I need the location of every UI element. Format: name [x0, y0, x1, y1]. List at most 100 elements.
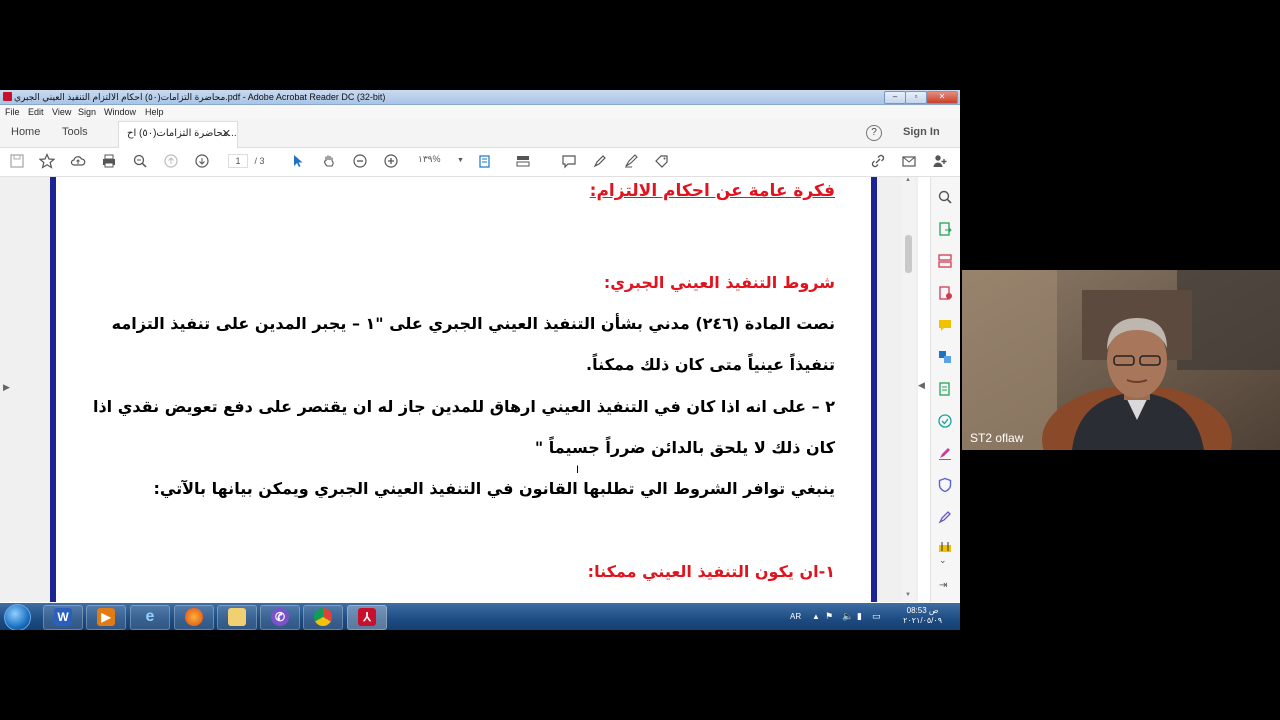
left-navigation-pane[interactable]: ▶ — [0, 177, 12, 602]
help-icon[interactable]: ? — [866, 125, 882, 141]
toolbar: 1 / 3 ١٣٩% ▼ — [0, 148, 960, 177]
more-tools-chevron-icon[interactable]: ⌄ — [939, 555, 947, 566]
previous-page-icon[interactable] — [162, 153, 180, 171]
network-icon[interactable]: ▮ — [857, 611, 862, 622]
fit-page-icon[interactable] — [476, 153, 494, 171]
vertical-scrollbar[interactable]: ▲ ▼ — [902, 177, 915, 602]
right-tools-pane: ⌄ ⇥ — [930, 177, 960, 602]
acrobat-icon: ⅄ — [358, 608, 376, 626]
firefox-icon — [185, 608, 203, 626]
send-for-review-icon[interactable] — [937, 413, 953, 429]
create-pdf-icon[interactable] — [937, 285, 953, 301]
document-line-2: تنفيذاً عينياً متى كان ذلك ممكناً. — [586, 355, 835, 374]
zoom-out-magnifier-icon[interactable] — [131, 153, 149, 171]
tab-home[interactable]: Home — [11, 126, 40, 138]
tab-bar: Home Tools محاضرة التزامات(٥٠) اح... ✕ ?… — [0, 119, 960, 148]
sign-tool-icon[interactable] — [653, 153, 671, 171]
menu-file[interactable]: File — [5, 107, 20, 117]
scrollbar-thumb[interactable] — [905, 235, 912, 273]
taskbar-viber[interactable]: ✆ — [260, 605, 300, 630]
protect-shield-icon[interactable] — [937, 477, 953, 493]
text-cursor-icon: I — [576, 464, 580, 476]
scroll-up-icon[interactable]: ▲ — [905, 177, 911, 183]
search-icon[interactable] — [937, 189, 953, 205]
windows-taskbar: W ▶ e ✆ ⅄ AR ▲ ⚑ 🔈 ▮ ▭ 08:53 ص ٢٠٢١/٠٥/٠… — [0, 603, 960, 630]
taskbar-file-explorer[interactable] — [217, 605, 257, 630]
show-hidden-icons-icon[interactable]: ▲ — [812, 612, 820, 621]
print-icon[interactable] — [100, 153, 118, 171]
title-bar: محاضرة التزامات(٥٠) احكام الالتزام التنف… — [0, 90, 960, 105]
maximize-button[interactable]: ▫ — [905, 91, 927, 104]
pdf-page[interactable]: فكرة عامة عن احكام الالتزام: شروط التنفي… — [50, 177, 877, 602]
draw-tool-icon[interactable] — [622, 153, 640, 171]
taskbar-word[interactable]: W — [43, 605, 83, 630]
hand-tool-icon[interactable] — [320, 153, 338, 171]
word-icon: W — [54, 608, 72, 626]
menu-edit[interactable]: Edit — [28, 107, 44, 117]
taskbar-internet-explorer[interactable]: e — [130, 605, 170, 630]
page-total: / 3 — [254, 156, 265, 166]
comment-icon[interactable] — [560, 153, 578, 171]
participant-video-image — [962, 270, 1280, 450]
expand-left-pane-icon[interactable]: ▶ — [3, 382, 10, 393]
chevron-down-icon: ▼ — [457, 157, 464, 164]
start-button[interactable] — [4, 604, 31, 630]
document-section-1: ١-ان يكون التنفيذ العيني ممكنا: — [587, 562, 835, 581]
sign-in-button[interactable]: Sign In — [903, 126, 940, 138]
menu-sign[interactable]: Sign — [78, 107, 96, 117]
document-viewport[interactable]: ▶ فكرة عامة عن احكام الالتزام: شروط التن… — [0, 177, 925, 602]
taskbar-acrobat-reader[interactable]: ⅄ — [347, 605, 387, 630]
scroll-mode-icon[interactable] — [514, 153, 532, 171]
organize-pages-icon[interactable] — [937, 253, 953, 269]
export-pdf-icon[interactable] — [937, 221, 953, 237]
page-number-input[interactable]: 1 — [228, 154, 248, 168]
certificates-pen-icon[interactable] — [937, 509, 953, 525]
zoom-level-dropdown[interactable]: ١٣٩% ▼ — [418, 154, 464, 165]
menu-window[interactable]: Window — [104, 107, 136, 117]
save-icon[interactable] — [8, 153, 26, 171]
next-page-icon[interactable] — [193, 153, 211, 171]
viber-icon: ✆ — [271, 608, 289, 626]
document-heading: فكرة عامة عن احكام الالتزام: — [589, 181, 835, 201]
document-line-1: نصت المادة (٢٤٦) مدني بشأن التنفيذ العين… — [111, 314, 835, 333]
taskbar-media-player[interactable]: ▶ — [86, 605, 126, 630]
action-center-flag-icon[interactable]: ⚑ — [825, 611, 833, 622]
minimize-button[interactable]: – — [884, 91, 906, 104]
collapse-right-pane-icon[interactable]: ◀ — [918, 380, 925, 391]
menu-view[interactable]: View — [52, 107, 71, 117]
combine-files-icon[interactable] — [937, 349, 953, 365]
system-tray: AR ▲ ⚑ 🔈 ▮ ▭ 08:53 ص ٢٠٢١/٠٥/٠٩ — [785, 603, 960, 630]
tab-document[interactable]: محاضرة التزامات(٥٠) اح... ✕ — [118, 121, 238, 148]
participant-video[interactable] — [962, 270, 1280, 450]
fill-sign-icon[interactable] — [937, 445, 953, 461]
email-icon[interactable] — [900, 153, 918, 171]
select-cursor-icon[interactable] — [289, 153, 307, 171]
page-indicator[interactable]: 1 / 3 — [228, 154, 265, 168]
document-line-4: كان ذلك لا يلحق بالدائن ضرراً جسيماً " — [534, 438, 835, 457]
internet-explorer-icon: e — [145, 608, 155, 625]
expand-pane-icon[interactable]: ⇥ — [939, 580, 947, 591]
share-user-icon[interactable] — [931, 153, 949, 171]
close-button[interactable]: ✕ — [926, 91, 958, 104]
stamp-icon[interactable] — [937, 539, 953, 555]
edit-pdf-icon[interactable] — [937, 381, 953, 397]
language-indicator[interactable]: AR — [790, 612, 801, 621]
battery-icon[interactable]: ▭ — [872, 611, 881, 622]
bookmark-star-icon[interactable] — [38, 153, 56, 171]
acrobat-app-icon — [3, 92, 12, 101]
link-tool-icon[interactable] — [869, 153, 887, 171]
volume-icon[interactable]: 🔈 — [842, 611, 853, 622]
highlight-pen-icon[interactable] — [591, 153, 609, 171]
upload-cloud-icon[interactable] — [69, 153, 87, 171]
tab-tools[interactable]: Tools — [62, 126, 88, 138]
comment-tool-icon[interactable] — [937, 317, 953, 333]
taskbar-firefox[interactable] — [174, 605, 214, 630]
menu-help[interactable]: Help — [145, 107, 164, 117]
participant-name: ST2 oflaw — [970, 431, 1024, 445]
scroll-down-icon[interactable]: ▼ — [905, 592, 911, 598]
zoom-out-icon[interactable] — [351, 153, 369, 171]
clock[interactable]: 08:53 ص ٢٠٢١/٠٥/٠٩ — [903, 606, 942, 626]
close-tab-icon[interactable]: ✕ — [222, 127, 231, 140]
taskbar-chrome[interactable] — [303, 605, 343, 630]
zoom-in-icon[interactable] — [382, 153, 400, 171]
